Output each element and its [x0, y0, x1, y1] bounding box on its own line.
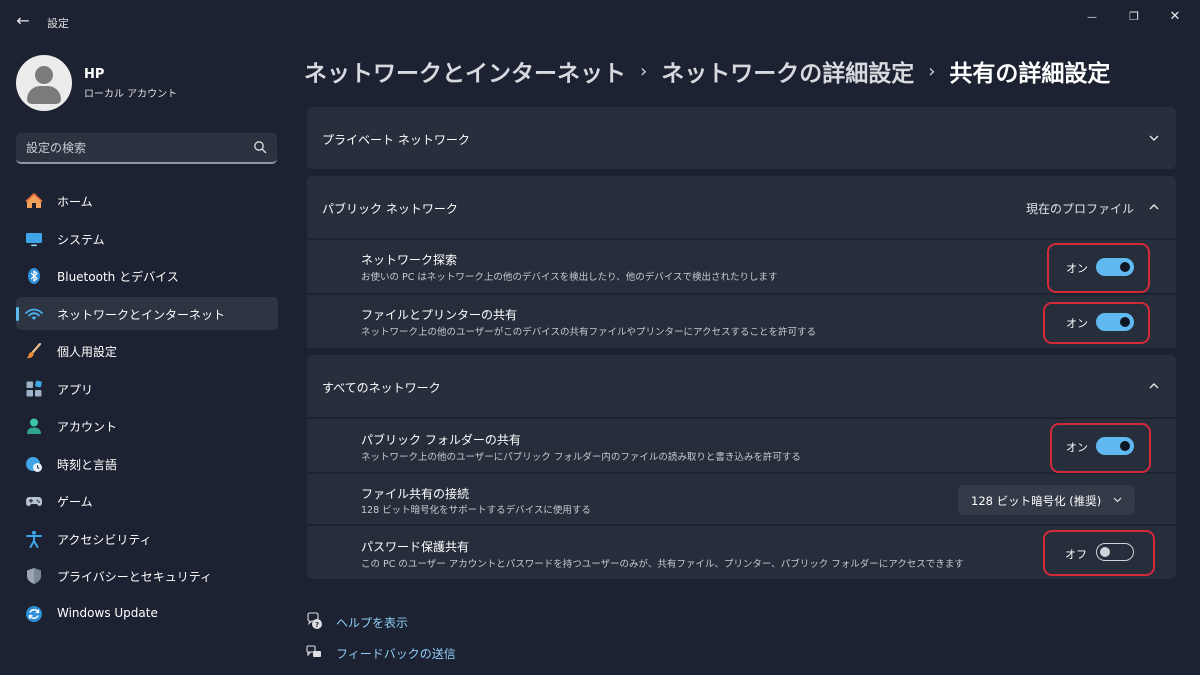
- sidebar-item-label: Windows Update: [57, 605, 158, 620]
- all-networks-section[interactable]: すべてのネットワーク: [307, 355, 1176, 417]
- search-input[interactable]: [26, 139, 246, 157]
- home-icon: [25, 193, 43, 208]
- sidebar-item-label: アプリ: [57, 382, 94, 397]
- accessibility-icon: [26, 530, 42, 548]
- avatar-body-shape: [27, 86, 61, 104]
- update-icon: [26, 605, 42, 622]
- wifi-icon: [25, 308, 43, 320]
- setting-description: この PC のユーザー アカウントとパスワードを持つユーザーのみが、共有ファイル…: [361, 559, 964, 570]
- network-discovery-row: ネットワーク探索 お使いの PC はネットワーク上の他のデバイスを検出したり、他…: [307, 240, 1176, 293]
- sidebar-item-home[interactable]: ホーム: [16, 184, 278, 217]
- dropdown-selected-value: 128 ビット暗号化 (推奨): [971, 494, 1102, 508]
- sidebar-item-windows-update[interactable]: Windows Update: [16, 597, 278, 630]
- monitor-icon: [26, 232, 42, 246]
- clock-globe-icon: [26, 456, 42, 472]
- restore-button[interactable]: ❐: [1122, 8, 1146, 26]
- breadcrumb-advanced-network[interactable]: ネットワークの詳細設定: [661, 54, 914, 88]
- section-title: パブリック ネットワーク: [322, 202, 458, 216]
- setting-title: ファイル共有の接続: [361, 487, 470, 501]
- sidebar-item-system[interactable]: システム: [16, 222, 278, 255]
- sidebar-item-time-language[interactable]: 時刻と言語: [16, 447, 278, 480]
- brush-icon: [26, 342, 42, 359]
- sidebar-item-bluetooth[interactable]: Bluetooth とデバイス: [16, 259, 278, 292]
- page-title: 共有の詳細設定: [949, 61, 1111, 87]
- sidebar-item-label: Bluetooth とデバイス: [57, 270, 179, 284]
- current-profile-label: 現在のプロファイル: [1025, 202, 1134, 216]
- chevron-up-icon[interactable]: [1147, 379, 1161, 393]
- sidebar-item-accessibility[interactable]: アクセシビリティ: [16, 522, 278, 555]
- breadcrumb-network-internet[interactable]: ネットワークとインターネット: [304, 54, 626, 88]
- sidebar-item-network[interactable]: ネットワークとインターネット: [16, 296, 278, 330]
- sidebar-item-label: ゲーム: [57, 495, 93, 509]
- chevron-down-icon: [1113, 497, 1122, 503]
- section-title: すべてのネットワーク: [322, 381, 441, 395]
- section-title: プライベート ネットワーク: [322, 133, 470, 147]
- setting-title: ファイルとプリンターの共有: [361, 308, 518, 322]
- chevron-up-icon[interactable]: [1147, 200, 1161, 214]
- account-type: ローカル アカウント: [84, 89, 178, 100]
- app-title: 設定: [47, 17, 69, 30]
- encryption-dropdown[interactable]: 128 ビット暗号化 (推奨): [958, 485, 1135, 515]
- user-name: HP: [84, 67, 105, 82]
- sidebar-item-personalization[interactable]: 個人用設定: [16, 334, 278, 367]
- public-folder-sharing-row: パブリック フォルダーの共有 ネットワーク上の他のユーザーにパブリック フォルダ…: [307, 419, 1176, 472]
- apps-icon: [26, 380, 42, 396]
- sidebar-item-label: システム: [57, 232, 105, 247]
- setting-description: お使いの PC はネットワーク上の他のデバイスを検出したり、他のデバイスで検出さ…: [361, 272, 778, 283]
- public-network-section[interactable]: パブリック ネットワーク 現在のプロファイル: [307, 176, 1176, 238]
- highlight-box: [1047, 243, 1150, 293]
- sidebar-item-label: ネットワークとインターネット: [57, 307, 226, 322]
- highlight-box: [1050, 423, 1151, 473]
- highlight-box: [1043, 302, 1150, 344]
- back-button[interactable]: ←: [12, 10, 34, 32]
- sidebar-item-accounts[interactable]: アカウント: [16, 409, 278, 442]
- bluetooth-icon: [28, 268, 40, 284]
- feedback-icon: [306, 645, 321, 657]
- setting-description: ネットワーク上の他のユーザーにパブリック フォルダー内のファイルの読み取りと書き…: [361, 452, 801, 463]
- help-label: ヘルプを表示: [336, 616, 409, 630]
- sidebar-item-label: プライバシーとセキュリティ: [57, 570, 213, 584]
- setting-title: パブリック フォルダーの共有: [361, 433, 521, 447]
- chevron-down-icon[interactable]: [1147, 131, 1161, 145]
- restore-icon: ❐: [1129, 10, 1139, 23]
- title-bar: ← 設定 — ❐ ✕: [0, 0, 1200, 44]
- svg-text:?: ?: [315, 621, 319, 629]
- setting-title: パスワード保護共有: [361, 540, 470, 554]
- close-button[interactable]: ✕: [1163, 8, 1187, 26]
- setting-description: ネットワーク上の他のユーザーがこのデバイスの共有ファイルやプリンターにアクセスす…: [361, 327, 817, 338]
- shield-icon: [27, 568, 41, 584]
- avatar[interactable]: [16, 55, 72, 111]
- sidebar-item-privacy-security[interactable]: プライバシーとセキュリティ: [16, 559, 278, 592]
- sidebar-item-label: アクセシビリティ: [57, 532, 152, 547]
- sidebar-nav: ホーム システム Bluetooth とデバイス ネットワークとインターネット …: [16, 184, 278, 634]
- back-arrow-icon: ←: [16, 11, 30, 30]
- avatar-head-shape: [35, 66, 53, 84]
- settings-search-box[interactable]: [16, 133, 277, 164]
- sidebar-item-apps[interactable]: アプリ: [16, 372, 278, 405]
- breadcrumb-separator: ›: [928, 60, 936, 82]
- highlight-box: [1043, 530, 1155, 576]
- person-icon: [27, 418, 41, 434]
- gamepad-icon: [26, 497, 42, 506]
- breadcrumb: ネットワークとインターネット › ネットワークの詳細設定 › 共有の詳細設定: [304, 54, 1111, 88]
- search-icon[interactable]: [253, 140, 267, 154]
- breadcrumb-separator: ›: [640, 60, 648, 82]
- setting-title: ネットワーク探索: [361, 253, 458, 267]
- help-icon: ?: [307, 612, 322, 629]
- close-icon: ✕: [1169, 9, 1181, 24]
- sidebar-item-label: 個人用設定: [57, 345, 118, 359]
- setting-description: 128 ビット暗号化をサポートするデバイスに使用する: [361, 505, 591, 516]
- minimize-button[interactable]: —: [1080, 8, 1104, 26]
- private-network-section[interactable]: プライベート ネットワーク: [307, 107, 1176, 169]
- sidebar-item-label: 時刻と言語: [57, 457, 118, 472]
- minimize-icon: —: [1087, 12, 1097, 23]
- sidebar-item-gaming[interactable]: ゲーム: [16, 484, 278, 517]
- sidebar-item-label: ホーム: [57, 195, 93, 209]
- sidebar-item-label: アカウント: [57, 420, 118, 434]
- feedback-label: フィードバックの送信: [336, 647, 456, 661]
